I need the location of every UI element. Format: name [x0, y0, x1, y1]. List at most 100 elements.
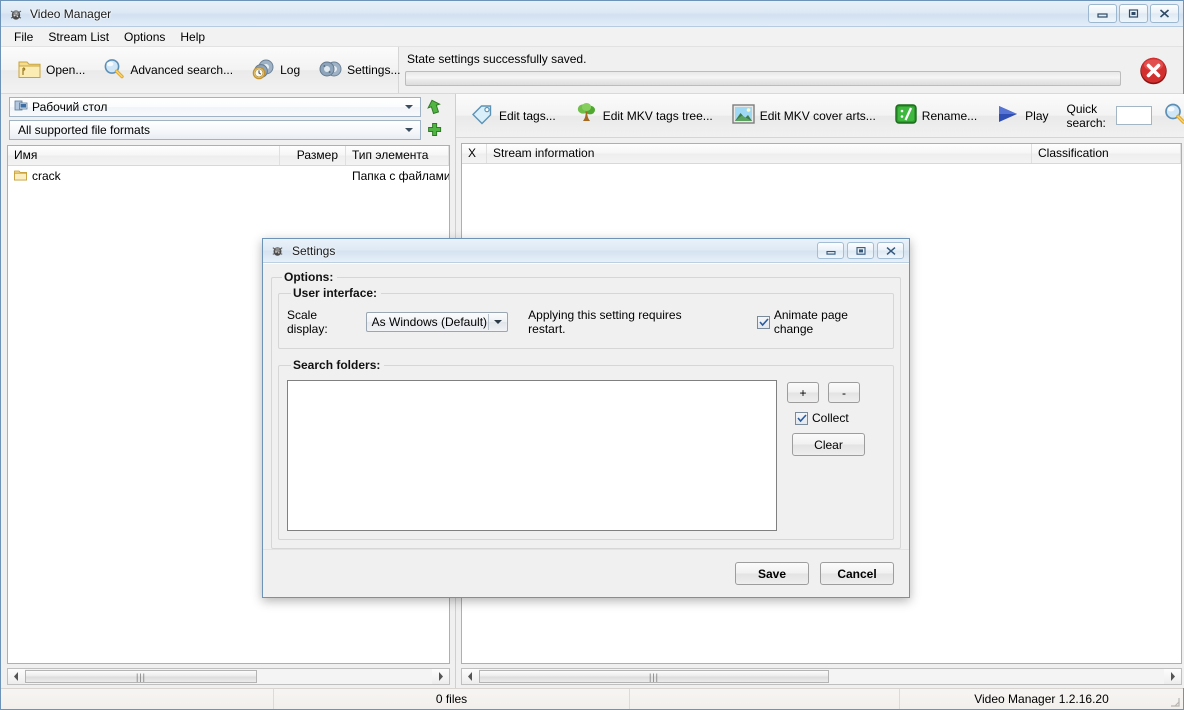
checkbox-box[interactable]: [757, 315, 770, 329]
search-folders-legend: Search folders:: [293, 358, 381, 372]
progress-bar: [405, 71, 1121, 86]
status-area: State settings successfully saved.: [399, 47, 1183, 93]
settings-button-label: Settings...: [347, 63, 401, 77]
quick-search-input[interactable]: [1115, 106, 1152, 125]
window-controls: [1088, 4, 1179, 23]
close-button[interactable]: [1150, 4, 1179, 23]
quick-search-magnifier-icon[interactable]: [1162, 101, 1184, 130]
column-header-size[interactable]: Размер: [280, 146, 346, 165]
search-folders-row: + - Collect Clear: [287, 376, 885, 531]
check-icon: [796, 413, 807, 422]
green-up-arrow-icon[interactable]: [426, 98, 443, 116]
statusbar: 0 files Video Manager 1.2.16.20: [1, 688, 1183, 709]
chevron-down-icon: [405, 128, 413, 132]
column-header-type[interactable]: Тип элемента: [346, 146, 449, 165]
dialog-maximize-button[interactable]: [847, 242, 874, 259]
play-button[interactable]: Play: [991, 99, 1052, 132]
checkbox-box[interactable]: [795, 411, 808, 425]
play-label: Play: [1025, 108, 1049, 123]
scroll-thumb[interactable]: |||: [25, 670, 257, 683]
open-button-label: Open...: [46, 63, 86, 77]
column-header-name[interactable]: Имя: [8, 146, 280, 165]
path-value: Рабочий стол: [32, 100, 108, 114]
menubar: File Stream List Options Help: [1, 27, 1183, 47]
stream-list-header: X Stream information Classification: [462, 144, 1181, 164]
cell-name: crack: [8, 169, 280, 184]
dialog-minimize-button[interactable]: [817, 242, 844, 259]
tag-icon: [470, 102, 495, 129]
edit-mkv-cover-arts-button[interactable]: Edit MKV cover arts...: [727, 99, 880, 132]
edit-mkv-tags-tree-label: Edit MKV tags tree...: [602, 108, 713, 123]
scroll-track[interactable]: |||: [25, 669, 432, 684]
log-button-label: Log: [280, 63, 301, 77]
column-header-stream-information[interactable]: Stream information: [487, 144, 1032, 163]
column-header-x[interactable]: X: [462, 144, 487, 163]
scroll-right-arrow[interactable]: [1163, 669, 1181, 684]
search-folders-list[interactable]: [287, 380, 777, 531]
log-button[interactable]: Log: [246, 54, 304, 87]
edit-tags-button[interactable]: Edit tags...: [466, 99, 560, 132]
menu-item-options[interactable]: Options: [120, 28, 174, 46]
collect-label: Collect: [812, 411, 849, 425]
add-remove-buttons: + -: [787, 382, 860, 403]
tree-icon: [574, 102, 599, 129]
toolbar-status-row: Open... Advanced search... Log Settings.…: [1, 47, 1183, 94]
table-row[interactable]: crack Папка с файлами: [8, 166, 449, 186]
gears-icon: [317, 57, 343, 84]
app-bug-icon: [8, 6, 24, 22]
resize-grip-icon[interactable]: [1170, 696, 1180, 707]
column-header-classification[interactable]: Classification: [1032, 144, 1181, 163]
minimize-button[interactable]: [1088, 4, 1117, 23]
close-icon: [1159, 9, 1170, 18]
settings-button[interactable]: Settings...: [313, 54, 404, 87]
menu-item-help[interactable]: Help: [176, 28, 214, 46]
path-row: Рабочий стол: [1, 94, 455, 117]
edit-mkv-tags-tree-button[interactable]: Edit MKV tags tree...: [570, 99, 717, 132]
restart-note: Applying this setting requires restart.: [528, 308, 682, 336]
rename-button[interactable]: Rename...: [890, 99, 981, 132]
scale-display-label: Scale display:: [287, 308, 328, 336]
dialog-titlebar: Settings: [263, 239, 909, 263]
cancel-button[interactable]: Cancel: [820, 562, 894, 585]
rename-label: Rename...: [921, 108, 978, 123]
quick-search-label: Quick search:: [1066, 101, 1106, 130]
open-button[interactable]: Open...: [13, 54, 89, 87]
scroll-track[interactable]: |||: [479, 669, 1164, 684]
scroll-right-arrow[interactable]: [432, 669, 449, 684]
scroll-left-arrow[interactable]: [8, 669, 25, 684]
edit-mkv-cover-arts-label: Edit MKV cover arts...: [759, 108, 876, 123]
chevron-down-icon[interactable]: [488, 314, 507, 330]
magnifier-icon: [102, 57, 126, 84]
menu-item-stream-list[interactable]: Stream List: [44, 28, 118, 46]
dialog-footer: Save Cancel: [263, 549, 909, 597]
scroll-left-arrow[interactable]: [462, 669, 479, 684]
dialog-body: Options: User interface: Scale display: …: [263, 263, 909, 549]
user-interface-legend: User interface:: [293, 286, 378, 300]
left-horizontal-scrollbar[interactable]: |||: [7, 668, 450, 685]
file-format-combobox[interactable]: All supported file formats: [9, 120, 421, 140]
collect-checkbox[interactable]: Collect: [795, 411, 849, 425]
remove-folder-button[interactable]: -: [828, 382, 860, 403]
green-plus-icon[interactable]: [426, 121, 443, 139]
add-folder-button[interactable]: +: [787, 382, 819, 403]
red-close-circle-icon[interactable]: [1138, 55, 1169, 86]
maximize-button[interactable]: [1119, 4, 1148, 23]
desktop-icon: [14, 99, 28, 115]
save-button[interactable]: Save: [735, 562, 809, 585]
advanced-search-button[interactable]: Advanced search...: [98, 54, 237, 87]
animate-page-change-checkbox[interactable]: Animate page change: [757, 308, 885, 336]
options-group: Options: User interface: Scale display: …: [271, 270, 901, 549]
open-folder-icon: [17, 57, 42, 84]
user-interface-group: User interface: Scale display: As Window…: [278, 286, 894, 349]
dialog-close-button[interactable]: [877, 242, 904, 259]
folder-icon: [14, 169, 27, 184]
menu-item-file[interactable]: File: [10, 28, 42, 46]
statusbar-file-count: 0 files: [274, 689, 630, 709]
right-horizontal-scrollbar[interactable]: |||: [461, 668, 1182, 685]
scale-display-combobox[interactable]: As Windows (Default): [365, 312, 509, 332]
stream-toolbar: Edit tags... Edit MKV tags tree... Edit …: [456, 94, 1184, 138]
clear-button[interactable]: Clear: [792, 433, 865, 456]
path-combobox[interactable]: Рабочий стол: [9, 97, 421, 117]
scroll-thumb[interactable]: |||: [479, 670, 829, 683]
filter-value: All supported file formats: [18, 123, 151, 137]
